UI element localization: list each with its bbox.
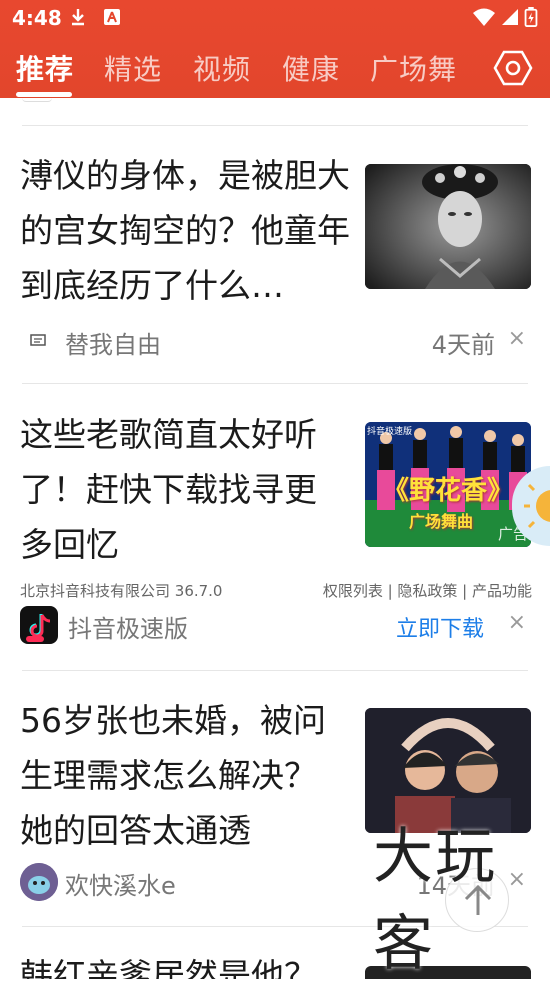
ad-thumb-subtitle: 广场舞曲	[409, 512, 474, 531]
ad-thumb-title: 《野花香》	[383, 476, 514, 506]
article-source[interactable]: 替我自由	[65, 325, 161, 360]
divider	[22, 383, 528, 384]
source-logo-icon	[30, 334, 46, 346]
douyin-app-icon	[20, 606, 58, 644]
status-bar: 4:48	[0, 0, 550, 36]
pull-indicator	[22, 98, 52, 102]
tab-featured[interactable]: 精选	[104, 48, 162, 88]
ad-thumb-banner: 抖音极速版	[367, 427, 413, 437]
wifi-icon	[473, 8, 495, 26]
download-button[interactable]: 立即下载	[396, 611, 484, 643]
download-icon	[72, 9, 84, 26]
tab-health[interactable]: 健康	[282, 48, 340, 88]
ad-company: 北京抖音科技有限公司 36.7.0	[20, 582, 223, 600]
active-tab-indicator	[16, 92, 72, 97]
vintage-portrait-image	[365, 164, 531, 289]
ad-thumbnail[interactable]: 抖音极速版 《野花香》 广场舞曲 广告	[365, 422, 531, 547]
dismiss-close-icon[interactable]: ×	[508, 610, 526, 635]
status-time: 4:48	[12, 6, 62, 30]
author-avatar[interactable]	[20, 863, 58, 901]
app-header: 4:48 推荐 精选 视频 健康 广场舞	[0, 0, 550, 98]
article-source[interactable]: 欢快溪水e	[65, 866, 176, 901]
battery-icon	[524, 7, 538, 27]
ad-app-row: 抖音极速版 立即下载 ×	[20, 606, 530, 646]
ad-developer-info: 北京抖音科技有限公司 36.7.0 权限列表 | 隐私政策 | 产品功能	[20, 580, 532, 601]
article-time: 4天前	[431, 331, 495, 359]
app-notification-icon	[104, 9, 120, 25]
ad-policy-links[interactable]: 权限列表 | 隐私政策 | 产品功能	[323, 580, 532, 601]
signal-icon	[502, 9, 518, 25]
article-title[interactable]: 溥仪的身体，是被胆大的宫女掏空的？他童年到底经历了什么…	[20, 148, 350, 313]
settings-gear-icon[interactable]	[493, 48, 533, 88]
tab-video[interactable]: 视频	[193, 48, 251, 88]
dismiss-close-icon[interactable]: ×	[508, 326, 526, 351]
divider	[22, 125, 528, 126]
ad-title[interactable]: 这些老歌简直太好听了！赶快下载找寻更多回忆	[20, 407, 340, 572]
article-title[interactable]: 56岁张也未婚，被问生理需求怎么解决？她的回答太通透	[20, 693, 340, 858]
divider	[22, 670, 528, 671]
tab-square-dance[interactable]: 广场舞	[370, 48, 457, 88]
tab-recommend[interactable]: 推荐	[16, 48, 74, 88]
article-title[interactable]: 韩红亲爹居然是他？	[20, 948, 360, 979]
article-thumbnail[interactable]	[365, 164, 531, 289]
ad-app-name[interactable]: 抖音极速版	[68, 609, 188, 644]
category-tabs: 推荐 精选 视频 健康 广场舞	[0, 44, 550, 98]
article-meta: 替我自由 4天前 ×	[20, 322, 530, 362]
watermark-logo: 大玩客	[373, 822, 497, 979]
